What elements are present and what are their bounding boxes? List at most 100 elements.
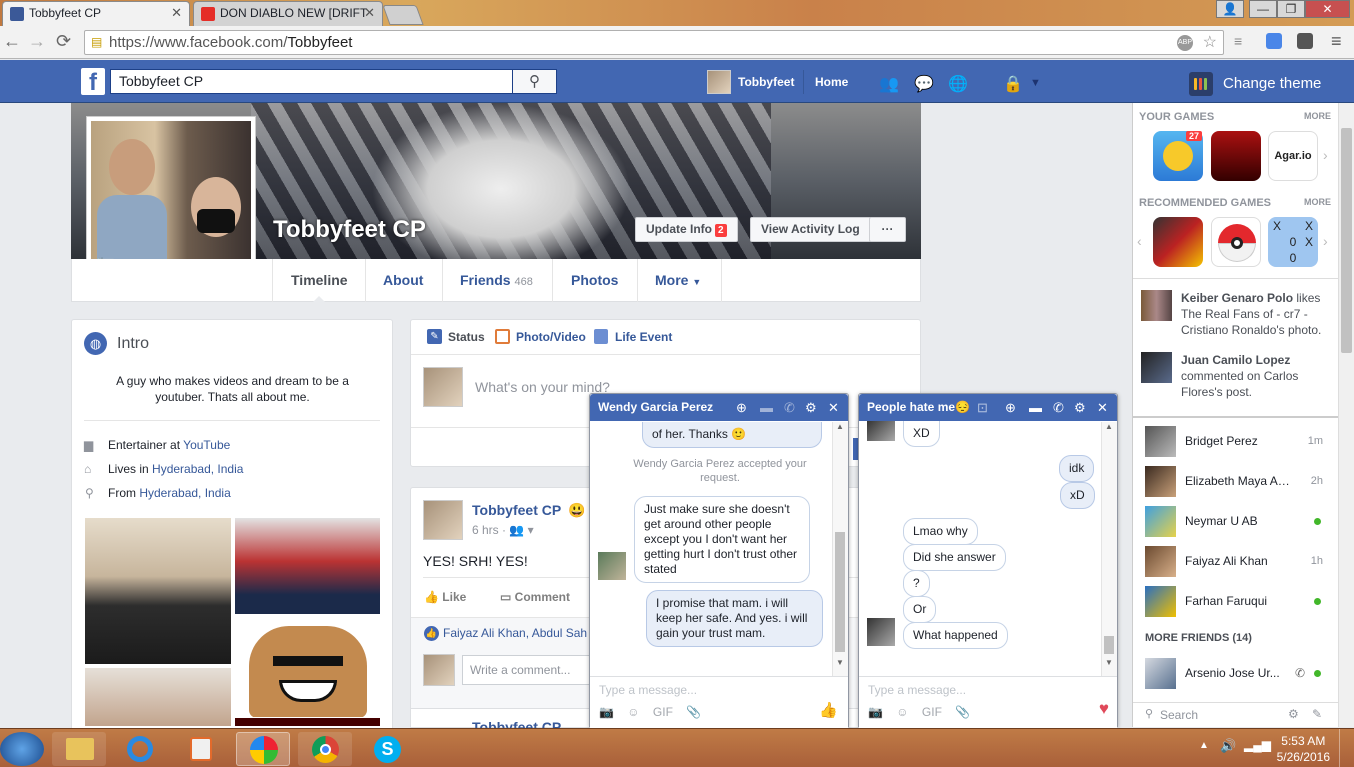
photo-thumbnail[interactable] — [234, 617, 381, 718]
attachment-icon[interactable]: 📎 — [686, 705, 701, 719]
adblock-icon[interactable]: ABP — [1177, 35, 1193, 51]
close-tab-icon[interactable]: ✕ — [171, 2, 182, 24]
gif-icon[interactable]: GIF — [922, 705, 942, 719]
facebook-logo-icon[interactable]: f — [81, 68, 105, 96]
emoji-icon[interactable]: ☺ — [627, 705, 639, 719]
post-time[interactable]: 6 hrs · — [472, 523, 509, 537]
menu-icon[interactable]: ≡ — [1331, 31, 1342, 52]
post-likers[interactable]: Faiyaz Ali Khan, Abdul Sah — [443, 626, 587, 640]
chat-scrollbar[interactable]: ▲ ▼ — [832, 422, 848, 676]
video-call-icon[interactable]: ▬ — [760, 394, 773, 421]
chat-scrollbar[interactable]: ▲ ▼ — [1101, 422, 1117, 676]
chat-title[interactable]: People hate me😔 — [867, 400, 970, 414]
change-theme-button[interactable]: Change theme — [1189, 69, 1349, 99]
home-link[interactable]: Home — [815, 75, 848, 89]
close-icon[interactable]: ✕ — [1097, 394, 1108, 421]
phone-icon[interactable]: ✆ — [784, 394, 795, 421]
chat-contact[interactable]: Faiyaz Ali Khan 1h — [1145, 546, 1335, 577]
post-author[interactable]: Tobbyfeet CP — [472, 502, 561, 518]
attachment-icon[interactable]: 📎 — [955, 705, 970, 719]
media-player-icon[interactable] — [174, 732, 228, 766]
user-icon[interactable]: 👤 — [1216, 0, 1244, 18]
notifications-globe-icon[interactable]: 🌐 — [948, 74, 968, 94]
intro-from-link[interactable]: Hyderabad, India — [139, 486, 230, 500]
ticker-item[interactable]: Juan Camilo Lopez commented on Carlos Fl… — [1181, 352, 1331, 400]
chat-contact[interactable]: Farhan Faruqui — [1145, 586, 1335, 617]
game-icon[interactable] — [1153, 217, 1203, 267]
search-icon[interactable]: ⚲ — [512, 69, 557, 94]
browser-tab-active[interactable]: Tobbyfeet CP ✕ — [2, 1, 190, 26]
activity-log-button[interactable]: View Activity Log — [750, 217, 871, 242]
close-tab-icon[interactable]: ✕ — [364, 2, 375, 24]
compose-icon[interactable]: ✎ — [1312, 707, 1322, 721]
chat-message-input[interactable]: Type a message... — [599, 683, 697, 697]
friend-requests-icon[interactable]: 👥 — [879, 74, 899, 94]
composer-tab-life-event[interactable]: Life Event — [615, 330, 672, 344]
start-button-icon[interactable] — [0, 732, 44, 766]
browser-tab[interactable]: DON DIABLO NEW [DRIFT ✕ — [193, 1, 383, 26]
camera-icon[interactable]: 📷 — [868, 705, 883, 719]
url-field[interactable]: ▤ https://www.facebook.com/Tobbyfeet ABP… — [84, 30, 1224, 55]
avatar[interactable] — [1141, 290, 1172, 321]
camera-icon[interactable]: 📷 — [599, 705, 614, 719]
chat-message-input[interactable]: Type a message... — [868, 683, 966, 697]
chat-contact[interactable]: Bridget Perez 1m — [1145, 426, 1335, 457]
tab-more[interactable]: More ▼ — [655, 272, 701, 288]
gif-icon[interactable]: GIF — [653, 705, 673, 719]
avatar[interactable] — [707, 70, 731, 94]
game-icon[interactable] — [1211, 217, 1261, 267]
thumbs-up-icon[interactable]: 👍 — [819, 701, 838, 719]
avatar[interactable] — [1141, 352, 1172, 383]
chat-contact[interactable]: Arsenio Jose Ur... ✆ — [1145, 658, 1335, 689]
chat-search-input[interactable]: Search — [1160, 708, 1198, 722]
system-clock[interactable]: 5:53 AM 5/26/2016 — [1277, 733, 1330, 765]
chat-contact[interactable]: Neymar U AB — [1145, 506, 1335, 537]
tab-about[interactable]: About — [383, 272, 423, 288]
close-window-icon[interactable]: ✕ — [1305, 0, 1350, 18]
profile-link[interactable]: Tobbyfeet — [738, 75, 794, 89]
tab-photos[interactable]: Photos — [571, 272, 618, 288]
video-call-icon[interactable]: ▬ — [1029, 394, 1042, 421]
avatar[interactable] — [423, 500, 463, 540]
volume-icon[interactable]: 🔊 — [1220, 738, 1236, 754]
emoji-icon[interactable]: ☺ — [896, 705, 908, 719]
reload-icon[interactable]: ⟳ — [56, 31, 71, 52]
search-input[interactable]: Tobbyfeet CP — [110, 69, 512, 94]
game-icon[interactable] — [1211, 131, 1261, 181]
bookmark-star-icon[interactable]: ☆ — [1203, 31, 1217, 54]
your-games-more-link[interactable]: MORE — [1304, 111, 1331, 121]
chevron-right-icon[interactable]: › — [1323, 233, 1328, 249]
close-icon[interactable]: ✕ — [828, 394, 839, 421]
comment-input[interactable]: Write a comment... — [462, 655, 602, 685]
gear-icon[interactable]: ⚙ — [805, 394, 817, 421]
back-icon[interactable]: ← — [3, 31, 21, 52]
forward-icon[interactable]: → — [28, 31, 46, 52]
phone-icon[interactable]: ✆ — [1053, 394, 1064, 421]
intro-work-link[interactable]: YouTube — [183, 438, 230, 452]
translate-icon[interactable] — [1266, 33, 1282, 49]
privacy-shortcuts-icon[interactable]: 🔒 — [1003, 74, 1023, 94]
tab-friends[interactable]: Friends 468 — [460, 272, 533, 288]
audience-icon[interactable]: 👥 ▾ — [509, 523, 533, 537]
photo-thumbnail[interactable] — [234, 517, 381, 615]
photo-thumbnail[interactable] — [84, 517, 232, 665]
skype-icon[interactable]: S — [360, 732, 414, 766]
internet-explorer-icon[interactable] — [113, 732, 167, 766]
more-options-button[interactable]: ··· — [869, 217, 906, 242]
add-friend-icon[interactable]: ⊕ — [1005, 394, 1016, 421]
new-tab-button[interactable] — [382, 5, 424, 25]
chevron-left-icon[interactable]: ‹ — [1137, 233, 1142, 249]
maximize-icon[interactable]: ❐ — [1277, 0, 1305, 18]
composer-tab-status[interactable]: Status — [448, 330, 485, 344]
app-icon[interactable] — [236, 732, 290, 766]
game-icon[interactable]: Agar.io — [1268, 131, 1318, 181]
gear-icon[interactable]: ⚙ — [1288, 707, 1299, 721]
tray-arrow-icon[interactable]: ▲ — [1199, 740, 1209, 751]
tab-timeline[interactable]: Timeline — [291, 272, 348, 288]
comment-button[interactable]: ▭ Comment — [500, 590, 570, 604]
minimize-icon[interactable]: — — [1249, 0, 1277, 18]
reading-list-icon[interactable]: ≡ — [1234, 33, 1242, 49]
messages-icon[interactable]: 💬 — [914, 74, 934, 94]
recommended-more-link[interactable]: MORE — [1304, 197, 1331, 207]
avatar[interactable] — [867, 421, 895, 441]
